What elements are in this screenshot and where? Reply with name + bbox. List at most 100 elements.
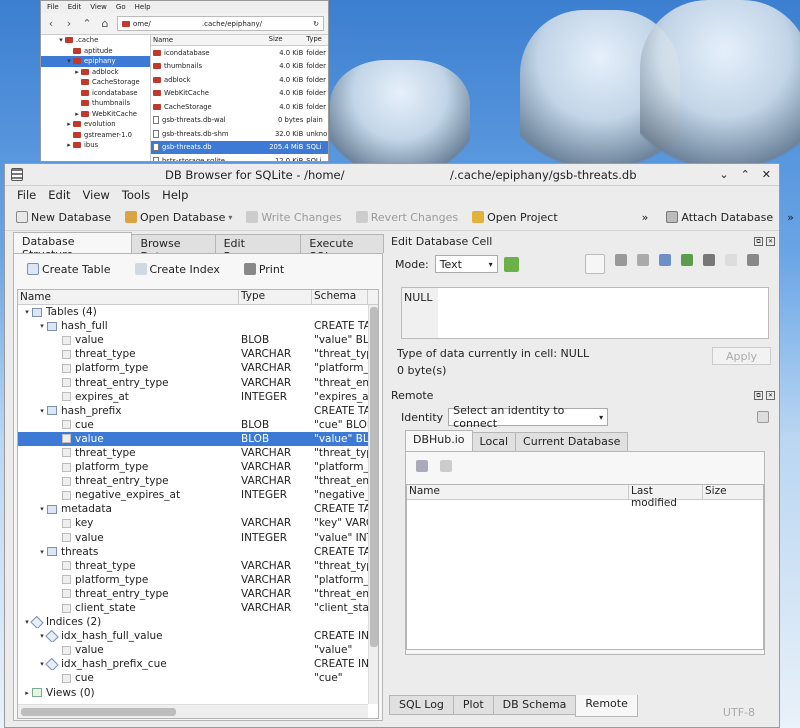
col-type[interactable]: Type (306, 35, 328, 45)
print-button[interactable]: Print (239, 258, 289, 280)
tab-edit-pragmas[interactable]: Edit Pragmas (214, 234, 302, 263)
expand-arrow-icon[interactable]: ▾ (65, 57, 73, 65)
expand-arrow-icon[interactable]: ▸ (73, 68, 81, 76)
schema-tree-row[interactable]: ▾ Indices (2) (18, 615, 378, 629)
home-icon[interactable]: ⌂ (99, 17, 111, 30)
expand-arrow-icon[interactable]: ▸ (73, 110, 81, 118)
menu-tools[interactable]: Tools (122, 188, 150, 202)
expand-arrow-icon[interactable]: ▸ (65, 141, 73, 149)
file-row[interactable]: hsts-storage.sqlite 12.0 KiB SQLi (151, 154, 328, 161)
file-row[interactable]: gsb-threats.db-wal 0 bytes plain (151, 114, 328, 128)
folder-tree-item[interactable]: ▸ ibus (41, 140, 150, 151)
cell-editor[interactable]: NULL (401, 287, 769, 339)
schema-tree-row[interactable]: ▸ Views (0) (18, 686, 378, 700)
apply-button[interactable]: Apply (712, 347, 771, 365)
col-header-size[interactable]: Size (703, 485, 763, 499)
menu-edit[interactable]: Edit (48, 188, 70, 202)
col-name[interactable]: Name (151, 35, 267, 45)
menu-view[interactable]: View (83, 188, 110, 202)
word-wrap-icon[interactable] (584, 254, 605, 274)
folder-tree-item[interactable]: thumbnails (41, 98, 150, 109)
location-bar[interactable]: ome/ .cache/epiphany/ ↻ (117, 16, 324, 31)
schema-tree-row[interactable]: threat_type VARCHAR "threat_typ (18, 446, 378, 460)
format-icon[interactable] (614, 254, 627, 266)
col-header-schema[interactable]: Schema (312, 290, 368, 304)
open-database-button[interactable]: Open Database ▾ (120, 206, 237, 228)
dropdown-arrow-icon[interactable]: ▾ (228, 213, 232, 222)
close-icon[interactable]: ✕ (762, 168, 771, 181)
schema-tree-row[interactable]: expires_at INTEGER "expires_at (18, 390, 378, 404)
evaluate-icon[interactable] (702, 254, 715, 266)
new-database-button[interactable]: New Database (11, 206, 116, 228)
schema-tree-row[interactable]: ▾ idx_hash_prefix_cue CREATE INI (18, 657, 378, 671)
horizontal-scrollbar[interactable] (18, 704, 368, 718)
tab-execute-sql[interactable]: Execute SQL (300, 234, 384, 263)
mode-select[interactable]: Text ▾ (434, 255, 498, 273)
minimize-icon[interactable]: ⌄ (719, 168, 728, 181)
remote-tab-local[interactable]: Local (471, 432, 517, 451)
col-size[interactable]: Size (267, 35, 307, 45)
tab-browse-data[interactable]: Browse Data (131, 234, 216, 263)
tab-database-structure[interactable]: Database Structure (13, 232, 133, 261)
bottom-tab-sql-log[interactable]: SQL Log (389, 695, 454, 715)
schema-tree-row[interactable]: negative_expires_at INTEGER "negative_ (18, 488, 378, 502)
remote-tab-current-database[interactable]: Current Database (515, 432, 629, 451)
back-icon[interactable]: ‹ (45, 17, 57, 30)
schema-tree-row[interactable]: value BLOB "value" BL (18, 431, 378, 446)
schema-tree-row[interactable]: threat_entry_type VARCHAR "threat_ent (18, 375, 378, 389)
remote-file-list[interactable]: Name Last modified Size (406, 484, 764, 650)
set-null-icon[interactable] (680, 254, 693, 266)
expand-arrow-icon[interactable]: ▾ (37, 407, 47, 415)
expand-arrow-icon[interactable]: ▾ (37, 505, 47, 513)
remote-tab-dbhub-io[interactable]: DBHub.io (405, 430, 473, 451)
open-project-button[interactable]: Open Project (467, 206, 563, 228)
expand-arrow-icon[interactable]: ▸ (65, 120, 73, 128)
toolbar-overflow-button-2[interactable]: » (782, 206, 799, 228)
refresh-icon[interactable] (416, 460, 428, 472)
bottom-tab-remote[interactable]: Remote (575, 695, 638, 717)
schema-tree-row[interactable]: ▾ hash_full CREATE TA (18, 319, 378, 333)
float-icon[interactable]: ⧉ (754, 390, 763, 400)
schema-tree-row[interactable]: threat_entry_type VARCHAR "threat_ent (18, 587, 378, 601)
fm-menu-help[interactable]: Help (135, 3, 151, 11)
close-panel-icon[interactable]: ✕ (766, 236, 775, 246)
fm-menu-edit[interactable]: Edit (68, 3, 82, 11)
schema-tree-row[interactable]: platform_type VARCHAR "platform_t (18, 573, 378, 587)
schema-tree-row[interactable]: ▾ hash_prefix CREATE TA (18, 404, 378, 418)
file-row[interactable]: CacheStorage 4.0 KiB folder (151, 100, 328, 114)
expand-arrow-icon[interactable]: ▾ (37, 548, 47, 556)
schema-tree-row[interactable]: client_state VARCHAR "client_stat (18, 601, 378, 615)
schema-tree-row[interactable]: ▾ Tables (4) (18, 305, 378, 319)
folder-tree-item[interactable]: ▸ evolution (41, 119, 150, 130)
folder-tree-item[interactable]: gstreamer-1.0 (41, 130, 150, 141)
identity-settings-icon[interactable] (757, 411, 769, 423)
printer-icon[interactable] (746, 254, 759, 266)
schema-tree-row[interactable]: ▾ threats CREATE TA (18, 545, 378, 559)
import-icon[interactable] (636, 254, 649, 266)
folder-tree-item[interactable]: ▸ adblock (41, 67, 150, 78)
schema-tree-row[interactable]: value "value" (18, 643, 378, 657)
file-row[interactable]: gsb-threats.db 205.4 MiB SQLi (151, 140, 328, 154)
maximize-icon[interactable]: ⌃ (741, 168, 750, 181)
create-index-button[interactable]: Create Index (130, 258, 225, 280)
file-row[interactable]: WebKitCache 4.0 KiB folder (151, 87, 328, 101)
col-header-name[interactable]: Name (18, 290, 239, 304)
up-icon[interactable]: ⌃ (81, 17, 93, 30)
schema-tree[interactable]: Name Type Schema ▾ Tables (4) ▾ hash_full CR… (17, 289, 379, 719)
fm-menu-view[interactable]: View (90, 3, 107, 11)
schema-tree-row[interactable]: key VARCHAR "key" VARC (18, 516, 378, 530)
file-row[interactable]: gsb-threats.db-shm 32.0 KiB unkno (151, 127, 328, 141)
folder-tree-item[interactable]: ▸ WebKitCache (41, 109, 150, 120)
file-row[interactable]: thumbnails 4.0 KiB folder (151, 60, 328, 74)
identity-select[interactable]: Select an identity to connect ▾ (448, 404, 609, 430)
schema-tree-row[interactable]: cue "cue" (18, 671, 378, 685)
revert-changes-button[interactable]: Revert Changes (351, 206, 463, 228)
folder-tree-item[interactable]: aptitude (41, 46, 150, 57)
bottom-tab-plot[interactable]: Plot (452, 695, 494, 715)
export-icon[interactable] (658, 254, 671, 266)
folder-tree-item[interactable]: CacheStorage (41, 77, 150, 88)
schema-tree-row[interactable]: platform_type VARCHAR "platform_t (18, 460, 378, 474)
fm-menu-go[interactable]: Go (116, 3, 126, 11)
search-icon[interactable] (724, 254, 737, 266)
vertical-scrollbar[interactable] (368, 305, 378, 704)
